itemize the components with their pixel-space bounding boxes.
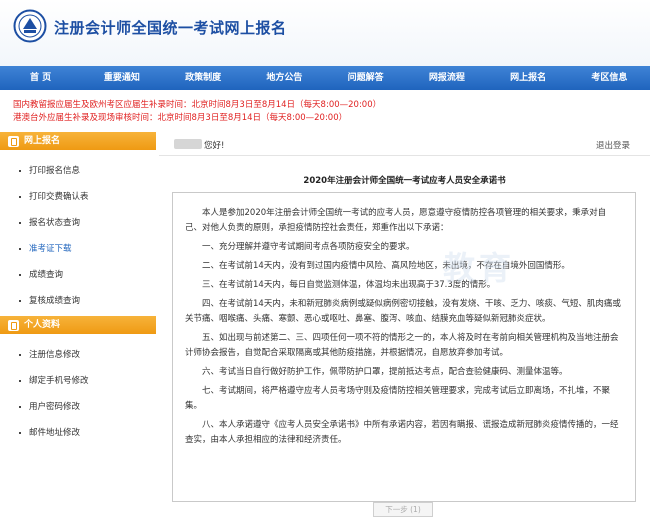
document-icon: [8, 135, 19, 147]
sidebar-item-label: 报名状态查询: [29, 218, 81, 228]
main-content: 您好! 退出登录 2020年注册会计师全国统一考试应考人员安全承诺书 教育 本人…: [159, 132, 650, 527]
sidebar-item-admission-download[interactable]: 准考证下载: [0, 236, 156, 262]
pledge-paragraph: 六、考试当日自行做好防护工作，佩带防护口罩，提前抵达考点，配合查验健康码、测量体…: [202, 367, 568, 377]
pledge-paragraph: 七、考试期间，将严格遵守应考人员考场守则及疫情防控相关管理要求，完成考试后立即离…: [185, 386, 611, 411]
pledge-paragraph: 一、充分理解并遵守考试期间考点各项防疫安全的要求。: [202, 242, 415, 252]
sidebar-item-print-payment[interactable]: 打印交费确认表: [0, 184, 156, 210]
nav-local-announcements[interactable]: 地方公告: [244, 66, 325, 90]
sidebar-item-label: 准考证下载: [29, 244, 72, 254]
sidebar-item-edit-email[interactable]: 邮件地址修改: [0, 420, 156, 446]
sidebar-section-profile: 个人资料: [0, 316, 156, 334]
user-icon: [8, 319, 19, 331]
document-title: 2020年注册会计师全国统一考试应考人员安全承诺书: [303, 176, 506, 186]
sidebar-item-score-query[interactable]: 成绩查询: [0, 262, 156, 288]
sidebar-item-edit-password[interactable]: 用户密码修改: [0, 394, 156, 420]
sidebar-item-print-registration[interactable]: 打印报名信息: [0, 158, 156, 184]
sidebar-section-title: 个人资料: [24, 320, 61, 330]
nav-notices[interactable]: 重要通知: [81, 66, 162, 90]
next-step-button[interactable]: 下一步 (1): [373, 502, 433, 517]
pledge-paragraph: 五、如出现与前述第二、三、四项任何一项不符的情形之一的，本人将及时在考前向相关管…: [185, 333, 619, 358]
sidebar-section-registration: 网上报名: [0, 132, 156, 150]
sidebar-item-label: 邮件地址修改: [29, 428, 81, 438]
sidebar-item-label: 打印报名信息: [29, 166, 81, 176]
greeting-bar: 您好! 退出登录: [159, 132, 650, 156]
notice-line-2: 港澳台外应届生补录及现场审核时间：北京时间8月3日至8月14日（每天8:00—2…: [13, 113, 348, 123]
nav-policy[interactable]: 政策制度: [163, 66, 244, 90]
nav-online-registration[interactable]: 网上报名: [488, 66, 569, 90]
pledge-paragraph: 四、在考试前14天内，未和新冠肺炎病例或疑似病例密切接触，没有发烧、干咳、乏力、…: [185, 299, 621, 324]
sidebar-item-label: 注册信息修改: [29, 350, 81, 360]
nav-process[interactable]: 网报流程: [406, 66, 487, 90]
sidebar-item-label: 复核成绩查询: [29, 296, 81, 306]
logout-link[interactable]: 退出登录: [596, 139, 630, 151]
sidebar-item-label: 用户密码修改: [29, 402, 81, 412]
nav-faq[interactable]: 问题解答: [325, 66, 406, 90]
sidebar: 网上报名 打印报名信息 打印交费确认表 报名状态查询 准考证下载 成绩查询 复核…: [0, 132, 156, 527]
sidebar-list-profile: 注册信息修改 绑定手机号修改 用户密码修改 邮件地址修改: [0, 334, 156, 446]
pledge-document: 教育 本人是参加2020年注册会计师全国统一考试的应考人员，愿意遵守疫情防控各项…: [172, 192, 636, 502]
sidebar-section-title: 网上报名: [24, 136, 61, 146]
notice-line-1: 国内教留报应届生及欧州考区应届生补录时间：北京时间8月3日至8月14日（每天8:…: [13, 100, 382, 110]
site-header: 注册会计师全国统一考试网上报名: [0, 0, 650, 66]
greeting-text: 您好!: [204, 141, 225, 151]
main-nav: 首 页 重要通知 政策制度 地方公告 问题解答 网报流程 网上报名 考区信息: [0, 66, 650, 90]
pledge-paragraph: 本人是参加2020年注册会计师全国统一考试的应考人员，愿意遵守疫情防控各项管理的…: [185, 208, 607, 233]
sidebar-item-edit-phone[interactable]: 绑定手机号修改: [0, 368, 156, 394]
site-title: 注册会计师全国统一考试网上报名: [54, 19, 287, 37]
sidebar-item-label: 绑定手机号修改: [29, 376, 89, 386]
cicpa-logo-icon: [13, 9, 47, 43]
pledge-paragraph: 八、本人承诺遵守《应考人员安全承诺书》中所有承诺内容，若因有瞒报、谎报造成新冠肺…: [185, 420, 619, 445]
blurred-username: [174, 139, 202, 149]
sidebar-list-registration: 打印报名信息 打印交费确认表 报名状态查询 准考证下载 成绩查询 复核成绩查询: [0, 150, 156, 314]
nav-exam-areas[interactable]: 考区信息: [569, 66, 650, 90]
pledge-paragraph: 二、在考试前14天内，没有到过国内疫情中风险、高风险地区，未出境，不存在自境外回…: [202, 261, 570, 271]
sidebar-item-status-query[interactable]: 报名状态查询: [0, 210, 156, 236]
sidebar-item-label: 成绩查询: [29, 270, 64, 280]
sidebar-item-edit-registration[interactable]: 注册信息修改: [0, 342, 156, 368]
sidebar-item-score-review[interactable]: 复核成绩查询: [0, 288, 156, 314]
pledge-paragraph: 三、在考试前14天内，每日自觉监测体温，体温均未出现高于37.3度的情形。: [202, 280, 496, 290]
sidebar-item-label: 打印交费确认表: [29, 192, 89, 202]
nav-home[interactable]: 首 页: [0, 66, 81, 90]
